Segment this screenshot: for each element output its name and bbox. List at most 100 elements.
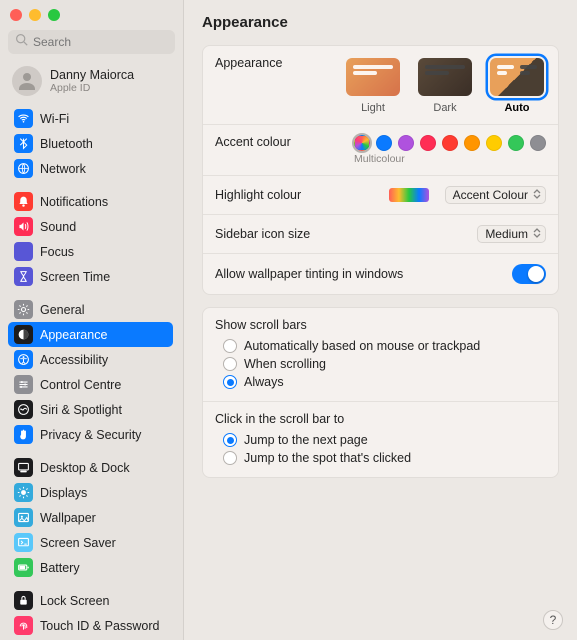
scrollClick-option-next[interactable]: Jump to the next page <box>215 431 546 449</box>
option-label: Automatically based on mouse or trackpad <box>244 339 480 353</box>
appearance-mode-light[interactable] <box>344 56 402 98</box>
sidebar-item-label: Appearance <box>40 328 107 342</box>
sidebar-item-lock-screen[interactable]: Lock Screen <box>8 588 173 613</box>
highlight-value: Accent Colour <box>453 188 528 202</box>
chevron-updown-icon <box>532 227 542 241</box>
sidebar-item-siri[interactable]: Siri & Spotlight <box>8 397 173 422</box>
tinting-label: Allow wallpaper tinting in windows <box>215 267 403 281</box>
appearance-mode-caption: Dark <box>416 102 474 114</box>
appearance-label: Appearance <box>215 56 282 70</box>
hand-icon <box>14 425 33 444</box>
scrollclick-label: Click in the scroll bar to <box>215 412 546 426</box>
bluetooth-icon <box>14 134 33 153</box>
sidebar-item-bluetooth[interactable]: Bluetooth <box>8 131 173 156</box>
sidebar-list[interactable]: Wi-Fi Bluetooth Network Notifications Sound F… <box>0 104 183 640</box>
sidebar-item-battery[interactable]: Battery <box>8 555 173 580</box>
sidebar-item-accessibility[interactable]: Accessibility <box>8 347 173 372</box>
sidebar-item-notifications[interactable]: Notifications <box>8 189 173 214</box>
sidebar: Danny Maiorca Apple ID Wi-Fi Bluetooth Net… <box>0 0 184 640</box>
accent-swatch-0[interactable] <box>354 135 370 151</box>
sidebar-icon-select[interactable]: Medium <box>477 225 546 243</box>
tinting-toggle[interactable] <box>512 264 546 284</box>
accent-swatch-5[interactable] <box>464 135 480 151</box>
appearance-icon <box>14 325 33 344</box>
lock-icon <box>14 591 33 610</box>
page-title: Appearance <box>202 14 559 31</box>
sidebar-item-appearance[interactable]: Appearance <box>8 322 173 347</box>
sidebar-item-label: Bluetooth <box>40 137 93 151</box>
sidebar-icon-label: Sidebar icon size <box>215 227 310 241</box>
sidebar-item-label: Network <box>40 162 86 176</box>
avatar-icon <box>12 66 42 96</box>
sidebar-item-label: Battery <box>40 561 80 575</box>
sidebar-item-privacy[interactable]: Privacy & Security <box>8 422 173 447</box>
radio-icon <box>223 375 237 389</box>
sidebar-item-label: Desktop & Dock <box>40 461 130 475</box>
radio-icon <box>223 357 237 371</box>
radio-icon <box>223 451 237 465</box>
sun-icon <box>14 483 33 502</box>
account-sub: Apple ID <box>50 82 134 94</box>
sidebar-item-displays[interactable]: Displays <box>8 480 173 505</box>
close-button[interactable] <box>10 9 22 21</box>
search-field[interactable] <box>8 30 175 54</box>
accent-swatch-1[interactable] <box>376 135 392 151</box>
accent-label: Accent colour <box>215 135 291 149</box>
appearance-mode-auto[interactable] <box>488 56 546 98</box>
sidebar-item-focus[interactable]: Focus <box>8 239 173 264</box>
scrollbars-option-always[interactable]: Always <box>215 373 546 391</box>
sidebar-item-label: Screen Saver <box>40 536 116 550</box>
accent-swatch-3[interactable] <box>420 135 436 151</box>
gear-icon <box>14 300 33 319</box>
sidebar-item-network[interactable]: Network <box>8 156 173 181</box>
sidebar-item-label: Sound <box>40 220 76 234</box>
sidebar-item-label: Accessibility <box>40 353 108 367</box>
sidebar-item-screen-time[interactable]: Screen Time <box>8 264 173 289</box>
titlebar <box>0 0 183 30</box>
sidebar-item-label: Privacy & Security <box>40 428 141 442</box>
account-row[interactable]: Danny Maiorca Apple ID <box>0 60 183 104</box>
appearance-mode-dark[interactable] <box>416 56 474 98</box>
sidebar-item-general[interactable]: General <box>8 297 173 322</box>
option-label: Jump to the spot that's clicked <box>244 451 411 465</box>
accent-swatch-2[interactable] <box>398 135 414 151</box>
appearance-mode-caption: Auto <box>488 102 546 114</box>
help-button[interactable]: ? <box>543 610 563 630</box>
sidebar-item-label: General <box>40 303 84 317</box>
accent-swatch-7[interactable] <box>508 135 524 151</box>
accent-swatch-8[interactable] <box>530 135 546 151</box>
sidebar-item-label: Control Centre <box>40 378 121 392</box>
accent-swatch-4[interactable] <box>442 135 458 151</box>
highlight-preview-icon <box>389 188 429 202</box>
speaker-icon <box>14 217 33 236</box>
sidebar-item-wifi[interactable]: Wi-Fi <box>8 106 173 131</box>
scroll-card: Show scroll bars Automatically based on … <box>202 307 559 478</box>
minimize-button[interactable] <box>29 9 41 21</box>
radio-icon <box>223 339 237 353</box>
sidebar-icon-value: Medium <box>485 227 528 241</box>
sidebar-item-label: Focus <box>40 245 74 259</box>
sidebar-item-label: Notifications <box>40 195 108 209</box>
highlight-select[interactable]: Accent Colour <box>445 186 546 204</box>
scrollbars-option-auto[interactable]: Automatically based on mouse or trackpad <box>215 337 546 355</box>
sidebar-item-touch-id[interactable]: Touch ID & Password <box>8 613 173 638</box>
sidebar-item-wallpaper[interactable]: Wallpaper <box>8 505 173 530</box>
scrollbars-option-scrolling[interactable]: When scrolling <box>215 355 546 373</box>
bell-icon <box>14 192 33 211</box>
scrollClick-option-spot[interactable]: Jump to the spot that's clicked <box>215 449 546 467</box>
globe-icon <box>14 159 33 178</box>
maximize-button[interactable] <box>48 9 60 21</box>
search-input[interactable] <box>33 35 168 49</box>
sidebar-item-desktop-dock[interactable]: Desktop & Dock <box>8 455 173 480</box>
sidebar-item-label: Displays <box>40 486 87 500</box>
sidebar-item-screen-saver[interactable]: Screen Saver <box>8 530 173 555</box>
scrollbars-label: Show scroll bars <box>215 318 546 332</box>
sidebar-item-label: Lock Screen <box>40 594 109 608</box>
search-icon <box>15 33 28 51</box>
sidebar-item-sound[interactable]: Sound <box>8 214 173 239</box>
sidebar-item-control-centre[interactable]: Control Centre <box>8 372 173 397</box>
chevron-updown-icon <box>532 188 542 202</box>
radio-icon <box>223 433 237 447</box>
battery-icon <box>14 558 33 577</box>
accent-swatch-6[interactable] <box>486 135 502 151</box>
